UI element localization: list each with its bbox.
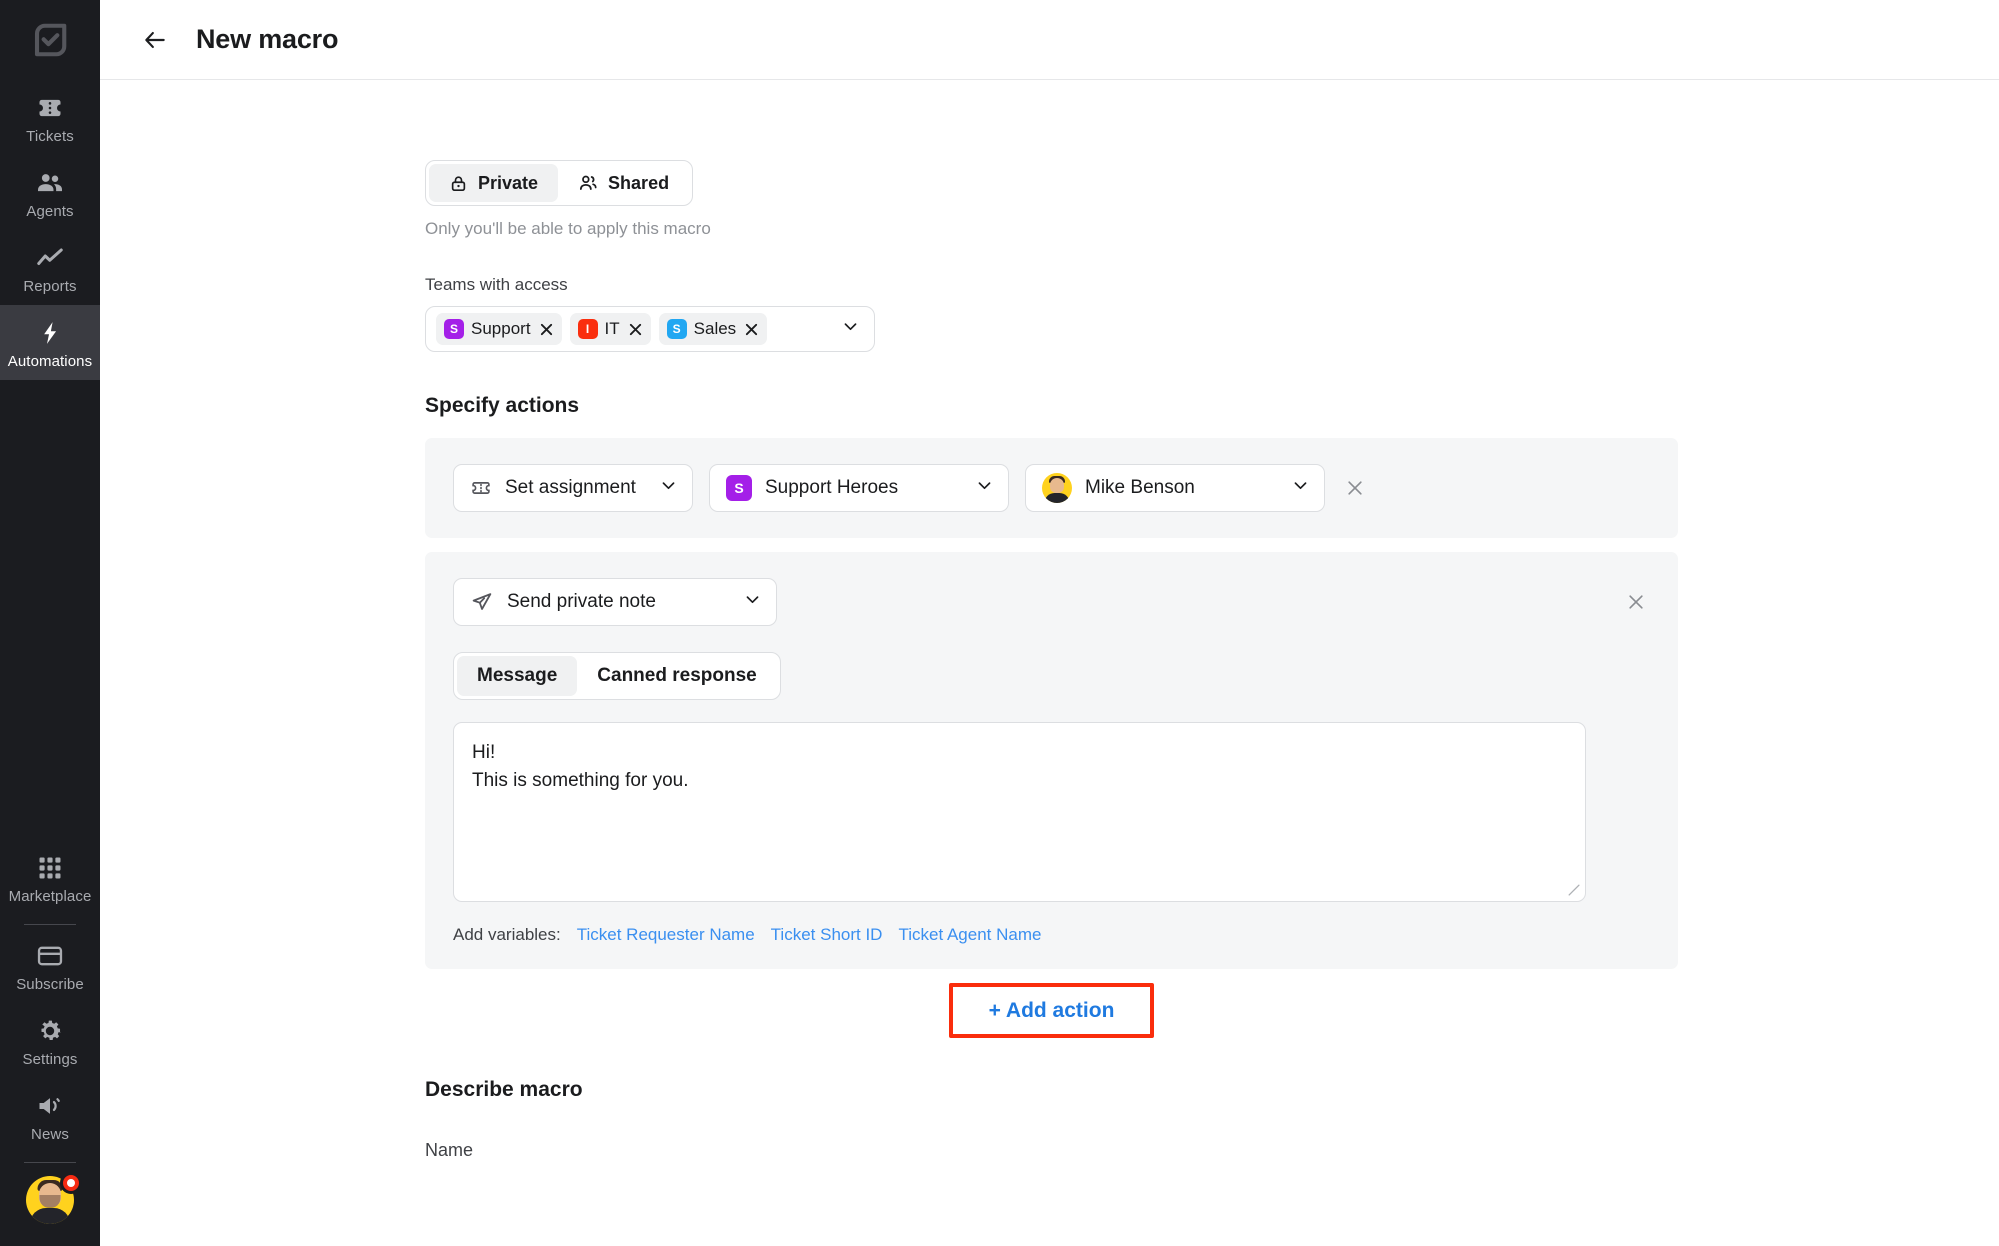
team-tag-label: IT (604, 319, 620, 338)
action-card-send-private-note: Send private note Message Canned respons… (425, 552, 1678, 969)
assignment-agent-select[interactable]: Mike Benson (1025, 464, 1325, 512)
remove-team-icon[interactable] (628, 322, 643, 337)
action-type-select[interactable]: Set assignment (453, 464, 693, 512)
sidebar-item-label: Subscribe (16, 976, 84, 993)
remove-team-icon[interactable] (539, 322, 554, 337)
visibility-toggle: Private Shared (425, 160, 694, 206)
credit-card-icon (36, 941, 64, 971)
remove-team-icon[interactable] (744, 322, 759, 337)
chevron-down-icon[interactable] (841, 317, 860, 341)
remove-action-icon[interactable] (1341, 474, 1369, 502)
name-field-label: Name (425, 1140, 474, 1161)
ticket-icon (470, 477, 492, 499)
team-tag-label: Support (471, 319, 531, 338)
action-type-select[interactable]: Send private note (453, 578, 777, 626)
action-row: Set assignment S Support Heroes Mike Ben… (453, 464, 1650, 512)
add-variables-row: Add variables: Ticket Requester Name Tic… (453, 925, 1650, 945)
megaphone-icon (36, 1091, 64, 1121)
chevron-down-icon (1291, 476, 1310, 501)
sidebar-item-agents[interactable]: Agents (0, 155, 100, 230)
assignment-team-select[interactable]: S Support Heroes (709, 464, 1009, 512)
action-row: Send private note (453, 578, 1650, 626)
add-action-wrapper: + Add action (425, 983, 1678, 1039)
chevron-down-icon (743, 590, 762, 615)
lock-icon (449, 174, 468, 193)
team-badge: S (726, 475, 752, 501)
add-action-button[interactable]: + Add action (948, 983, 1155, 1039)
specify-actions-title: Specify actions (425, 394, 580, 417)
ticket-icon (36, 93, 64, 123)
top-header: New macro (100, 0, 1999, 80)
note-mode-toggle: Message Canned response (453, 652, 781, 700)
sidebar-item-label: Reports (23, 278, 77, 295)
sidebar-divider (24, 924, 76, 925)
sidebar-item-reports[interactable]: Reports (0, 230, 100, 305)
sidebar-item-label: News (31, 1126, 69, 1143)
sidebar-item-tickets[interactable]: Tickets (0, 80, 100, 155)
sidebar-item-automations[interactable]: Automations (0, 305, 100, 380)
action-card-set-assignment: Set assignment S Support Heroes Mike Ben… (425, 438, 1678, 538)
people-icon (578, 173, 598, 193)
teams-field-group: Teams with access S Support I IT S Sales (425, 275, 1999, 352)
app-root: Tickets Agents Reports Automations Marke… (0, 0, 1999, 1246)
notification-badge (60, 1172, 82, 1194)
team-badge: S (444, 319, 464, 339)
visibility-option-label: Shared (608, 172, 670, 193)
visibility-option-label: Private (478, 172, 539, 193)
visibility-option-shared[interactable]: Shared (558, 164, 689, 202)
variable-ticket-agent-name[interactable]: Ticket Agent Name (898, 925, 1041, 945)
assignment-team-value: Support Heroes (765, 477, 899, 498)
avatar[interactable] (0, 1166, 100, 1246)
team-tag-label: Sales (693, 319, 737, 338)
note-textarea-wrap (453, 722, 1586, 907)
sidebar-item-label: Settings (22, 1051, 78, 1068)
sidebar-item-label: Tickets (26, 128, 74, 145)
add-variables-label: Add variables: (453, 925, 561, 944)
sidebar-item-subscribe[interactable]: Subscribe (0, 928, 100, 1003)
chevron-down-icon (659, 476, 678, 501)
visibility-hint: Only you'll be able to apply this macro (425, 219, 711, 238)
gear-icon (36, 1016, 64, 1046)
note-mode-message[interactable]: Message (457, 656, 578, 696)
sidebar-item-label: Marketplace (8, 888, 92, 905)
team-tag: S Sales (658, 313, 768, 345)
sidebar-item-settings[interactable]: Settings (0, 1003, 100, 1078)
send-paper-plane-icon (470, 590, 494, 614)
agents-icon (35, 168, 65, 198)
primary-sidebar: Tickets Agents Reports Automations Marke… (0, 0, 100, 1246)
describe-macro-title: Describe macro (425, 1078, 583, 1102)
sidebar-item-label: Agents (26, 203, 74, 220)
team-badge: S (666, 319, 687, 339)
team-tag: S Support (436, 313, 562, 345)
variable-ticket-requester-name[interactable]: Ticket Requester Name (577, 925, 755, 945)
chevron-down-icon (975, 476, 994, 501)
sidebar-item-marketplace[interactable]: Marketplace (0, 840, 100, 915)
action-type-value: Set assignment (505, 477, 636, 498)
note-mode-canned-response[interactable]: Canned response (577, 656, 776, 696)
team-tag: I IT (569, 313, 651, 345)
app-logo[interactable] (0, 0, 100, 80)
visibility-option-private[interactable]: Private (429, 164, 559, 202)
page-title: New macro (196, 24, 339, 54)
checkbox-logo-icon (34, 23, 67, 57)
teams-label: Teams with access (425, 275, 568, 294)
agent-avatar (1042, 473, 1072, 503)
main-area: New macro Private Shared Only you'll be … (100, 0, 1999, 1246)
note-textarea[interactable] (453, 722, 1586, 902)
sidebar-item-news[interactable]: News (0, 1078, 100, 1153)
lightning-bolt-icon (37, 318, 63, 348)
reports-chart-icon (35, 243, 65, 273)
variable-ticket-short-id[interactable]: Ticket Short ID (771, 925, 883, 945)
teams-select[interactable]: S Support I IT S Sales (425, 306, 875, 352)
sidebar-item-label: Automations (7, 353, 93, 370)
remove-action-icon[interactable] (1622, 588, 1650, 616)
sidebar-divider (24, 1162, 76, 1163)
assignment-agent-value: Mike Benson (1085, 477, 1195, 498)
arrow-left-icon[interactable] (140, 25, 170, 55)
team-badge: I (577, 319, 598, 339)
action-type-value: Send private note (507, 591, 656, 612)
form-content: Private Shared Only you'll be able to ap… (100, 80, 1999, 1161)
grid-apps-icon (36, 853, 64, 883)
